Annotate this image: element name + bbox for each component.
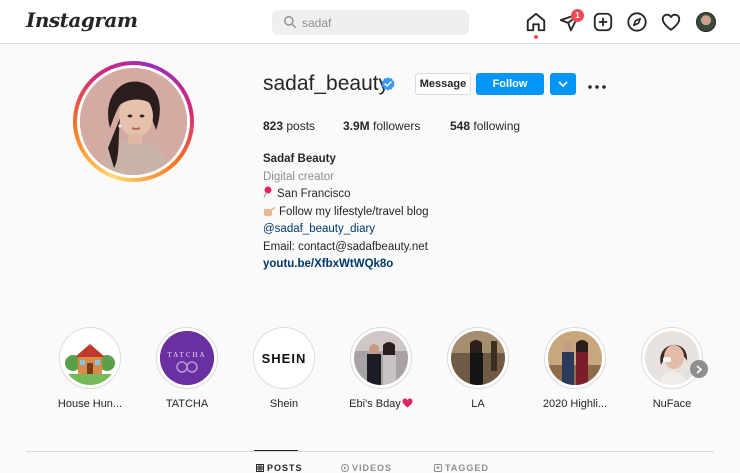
- tab-videos[interactable]: VIDEOS: [341, 463, 392, 473]
- highlight-label: TATCHA: [165, 398, 209, 410]
- followers-count: 3.9M: [343, 119, 370, 133]
- active-tab-indicator: [254, 450, 298, 451]
- shein-cover-text: SHEIN: [262, 351, 307, 366]
- highlight-item[interactable]: TATCHA TATCHA: [147, 327, 227, 410]
- highlight-cover: TATCHA: [156, 327, 218, 389]
- chevron-down-icon: [558, 81, 568, 87]
- following-stat[interactable]: 548 following: [450, 119, 520, 133]
- tatcha-logo: TATCHA: [160, 331, 214, 385]
- story-highlights: House Hun... TATCHA TATCHA SHEIN Shein E…: [0, 327, 740, 417]
- pointing-hand-icon: [264, 206, 276, 216]
- highlight-cover: [350, 327, 412, 389]
- highlight-label: Shein: [269, 398, 299, 410]
- new-post-icon[interactable]: [592, 11, 614, 33]
- bio-tagline: Follow my lifestyle/travel blog: [279, 205, 429, 218]
- highlight-item[interactable]: LA: [438, 327, 518, 410]
- shein-cover: SHEIN: [257, 331, 311, 385]
- bio-email: Email: contact@sadafbeauty.net: [263, 240, 428, 253]
- highlights-2020-photo: [548, 331, 602, 385]
- highlight-label: NuFace: [652, 398, 692, 410]
- tab-posts-label: POSTS: [267, 463, 303, 473]
- message-button[interactable]: Message: [415, 73, 471, 95]
- tatcha-cover: TATCHA: [160, 331, 214, 385]
- profile-bio: Sadaf Beauty Digital creator San Francis…: [263, 151, 429, 274]
- highlight-item[interactable]: House Hun...: [50, 327, 130, 410]
- tagged-icon: [434, 464, 442, 472]
- highlight-item[interactable]: 2020 Highli...: [535, 327, 615, 410]
- story-ring[interactable]: [73, 61, 194, 182]
- highlight-cover: [447, 327, 509, 389]
- profile-avatar[interactable]: [696, 12, 716, 32]
- chevron-right-icon: [696, 364, 702, 374]
- highlight-cover: [59, 327, 121, 389]
- profile-picture[interactable]: [80, 68, 187, 175]
- notification-badge: 1: [571, 9, 584, 22]
- grid-icon: [256, 464, 264, 472]
- followers-stat[interactable]: 3.9M followers: [343, 119, 420, 133]
- highlight-label: Ebi's Bday: [341, 398, 421, 410]
- search-input[interactable]: [302, 12, 462, 33]
- photo-cover: [451, 331, 505, 385]
- highlight-cover: SHEIN: [253, 327, 315, 389]
- following-count: 548: [450, 119, 471, 133]
- tab-videos-label: VIDEOS: [352, 463, 393, 473]
- profile-username: sadaf_beauty: [263, 72, 390, 95]
- bio-tagline-line: Follow my lifestyle/travel blog: [263, 204, 429, 222]
- red-heart-icon: [402, 398, 413, 408]
- photo-cover: [354, 331, 408, 385]
- posts-label: posts: [286, 119, 316, 133]
- tab-tagged-label: TAGGED: [445, 463, 489, 473]
- highlight-cover: [544, 327, 606, 389]
- suggested-accounts-dropdown-button[interactable]: [550, 73, 576, 95]
- tab-tagged[interactable]: TAGGED: [434, 463, 489, 473]
- search-box[interactable]: [272, 10, 469, 35]
- following-label: following: [473, 119, 521, 133]
- secondary-account-link[interactable]: @sadaf_beauty_diary: [263, 221, 429, 239]
- highlights-next-button[interactable]: [690, 360, 708, 378]
- full-name: Sadaf Beauty: [263, 153, 336, 165]
- highlight-label-text: Ebi's Bday: [349, 398, 401, 410]
- pushpin-icon: [263, 186, 272, 198]
- house-icon: [63, 331, 117, 385]
- verified-badge-icon: [381, 77, 395, 91]
- explore-icon[interactable]: [626, 11, 648, 33]
- house-cover: [63, 331, 117, 385]
- nuface-photo: [645, 331, 699, 385]
- highlight-label: LA: [471, 398, 485, 410]
- posts-stat: 823 posts: [263, 119, 315, 133]
- ellipsis-icon: [588, 84, 606, 89]
- highlight-item[interactable]: Ebi's Bday: [341, 327, 421, 410]
- highlight-item[interactable]: SHEIN Shein: [244, 327, 324, 410]
- top-navigation-bar: Instagram 1: [0, 0, 740, 44]
- home-icon[interactable]: [525, 11, 547, 33]
- tatcha-cover-text: TATCHA: [167, 351, 206, 359]
- photo-cover: [645, 331, 699, 385]
- active-indicator-dot: [534, 35, 538, 39]
- instagram-logo[interactable]: Instagram: [26, 8, 138, 32]
- shein-logo: SHEIN: [257, 331, 311, 385]
- more-options-button[interactable]: [586, 76, 608, 92]
- follow-button[interactable]: Follow: [476, 73, 544, 95]
- highlight-label: House Hun...: [57, 398, 123, 410]
- followers-label: followers: [373, 119, 421, 133]
- highlight-cover: [641, 327, 703, 389]
- tabs-divider: [26, 451, 714, 452]
- search-icon: [284, 16, 296, 28]
- activity-heart-icon[interactable]: [660, 11, 682, 33]
- highlight-label: 2020 Highli...: [542, 398, 608, 410]
- category-label: Digital creator: [263, 170, 334, 183]
- photo-cover: [548, 331, 602, 385]
- profile-portrait: [80, 68, 187, 175]
- bio-location: San Francisco: [277, 188, 351, 200]
- posts-count: 823: [263, 119, 284, 133]
- external-link[interactable]: youtu.be/XfbxWtWQk8o: [263, 256, 429, 274]
- video-icon: [341, 464, 349, 472]
- tab-posts[interactable]: POSTS: [256, 463, 303, 473]
- bio-location-line: San Francisco: [263, 186, 429, 204]
- couple-photo: [354, 331, 408, 385]
- la-photo: [451, 331, 505, 385]
